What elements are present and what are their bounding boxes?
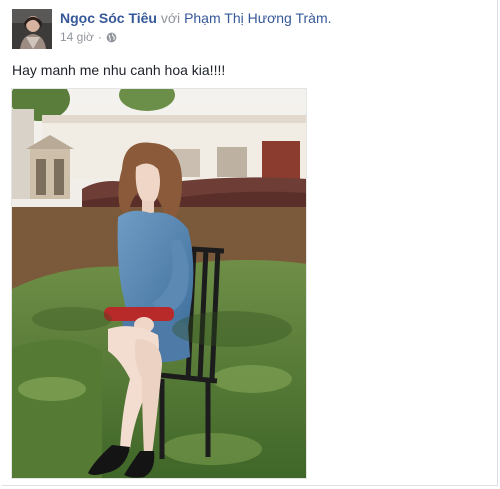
- author-avatar[interactable]: [12, 9, 52, 49]
- post-timestamp-link[interactable]: 14 giờ: [60, 30, 94, 44]
- meta-separator: ·: [97, 30, 102, 44]
- tagged-person-link[interactable]: Phạm Thị Hương Tràm.: [184, 10, 331, 26]
- post-meta: 14 giờ ·: [60, 30, 117, 44]
- post-photo[interactable]: [11, 88, 307, 479]
- with-label: với: [160, 10, 181, 26]
- author-name-link[interactable]: Ngọc Sóc Tiêu: [60, 10, 157, 26]
- feed-post: Ngọc Sóc Tiêu với Phạm Thị Hương Tràm. 1…: [2, 0, 498, 486]
- globe-icon[interactable]: [106, 32, 117, 43]
- post-header: Ngọc Sóc Tiêu với Phạm Thị Hương Tràm.: [60, 10, 332, 26]
- post-message: Hay manh me nhu canh hoa kia!!!!: [12, 62, 226, 78]
